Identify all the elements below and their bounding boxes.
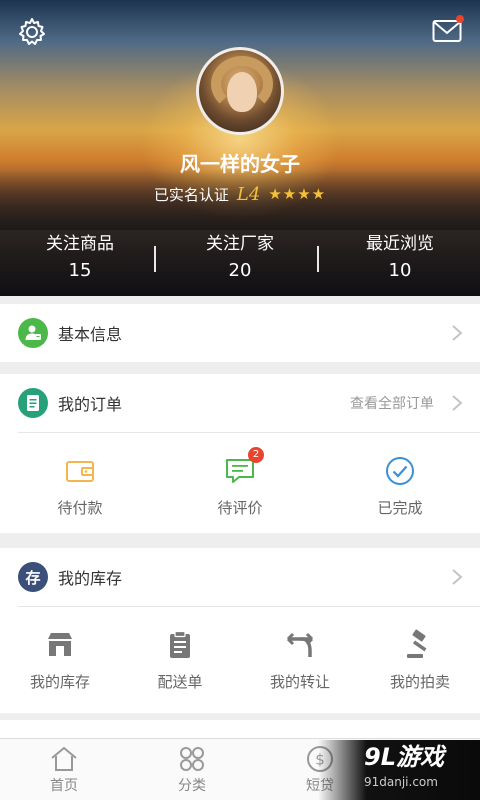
view-all-orders-link[interactable]: 查看全部订单 — [350, 393, 434, 413]
my-inventory-item[interactable]: 我的库存 — [0, 607, 120, 713]
review-count-badge: 2 — [248, 447, 264, 463]
avatar[interactable] — [196, 47, 284, 135]
profile-header: 风一样的女子 已实名认证 L4 ★★★★ 关注商品 15 关注厂家 20 最近浏… — [0, 0, 480, 296]
order-completed[interactable]: 已完成 — [320, 433, 480, 533]
stat-divider — [154, 246, 156, 272]
settings-gear-icon[interactable] — [16, 16, 48, 48]
verified-label: 已实名认证 — [153, 185, 229, 204]
chevron-right-icon — [452, 569, 463, 585]
order-list-icon — [18, 388, 48, 418]
inventory-header-row[interactable]: 存 我的库存 — [0, 548, 480, 606]
my-transfer-item[interactable]: 我的转让 — [240, 607, 360, 713]
inventory-badge-icon: 存 — [18, 562, 48, 592]
stat-divider — [317, 246, 319, 272]
nav-home[interactable]: 首页 — [0, 739, 128, 800]
inventory-grid: 我的库存 配送单 我的转让 我的拍卖 — [0, 607, 480, 713]
username: 风一样的女子 — [180, 152, 300, 176]
next-card-edge — [0, 720, 480, 738]
inventory-card: 存 我的库存 我的库存 配送单 我的转让 我的拍卖 — [0, 548, 480, 713]
order-status-grid: 待付款 2 待评价 已完成 — [0, 433, 480, 533]
gavel-icon — [404, 629, 436, 661]
message-mail-icon[interactable] — [432, 15, 464, 44]
wallet-icon — [64, 455, 96, 487]
chevron-right-icon — [452, 395, 463, 411]
inventory-title: 我的库存 — [58, 569, 123, 588]
stat-followed-products[interactable]: 关注商品 15 — [0, 232, 160, 288]
orders-title: 我的订单 — [58, 395, 123, 414]
delivery-order-item[interactable]: 配送单 — [120, 607, 240, 713]
store-icon — [44, 629, 76, 661]
clipboard-icon — [164, 629, 196, 661]
transfer-icon — [284, 629, 316, 661]
stat-recent-views[interactable]: 最近浏览 10 — [320, 232, 480, 288]
nav-category[interactable]: 分类 — [128, 739, 256, 800]
rating-stars: ★★★★ — [268, 185, 327, 203]
stat-followed-manufacturers[interactable]: 关注厂家 20 — [160, 232, 320, 288]
stats-bar: 关注商品 15 关注厂家 20 最近浏览 10 — [0, 232, 480, 288]
chevron-right-icon — [452, 325, 463, 341]
my-auction-item[interactable]: 我的拍卖 — [360, 607, 480, 713]
basic-info-label: 基本信息 — [58, 325, 123, 344]
check-circle-icon — [384, 455, 416, 487]
category-icon — [180, 747, 204, 771]
order-pending-review[interactable]: 2 待评价 — [160, 433, 320, 533]
home-icon — [51, 746, 77, 771]
orders-card: 我的订单 查看全部订单 待付款 2 待评价 已完成 — [0, 374, 480, 533]
site-watermark: 9L游戏 91danji.com — [318, 740, 480, 800]
unread-dot — [456, 15, 464, 23]
order-pending-payment[interactable]: 待付款 — [0, 433, 160, 533]
basic-info-card: 基本信息 — [0, 304, 480, 362]
orders-header-row[interactable]: 我的订单 查看全部订单 — [0, 374, 480, 432]
basic-info-row[interactable]: 基本信息 — [0, 304, 480, 362]
user-card-icon — [18, 318, 48, 348]
verification-row: 已实名认证 L4 ★★★★ — [0, 182, 480, 206]
level-badge: L4 — [236, 183, 261, 205]
comment-icon: 2 — [224, 447, 264, 487]
